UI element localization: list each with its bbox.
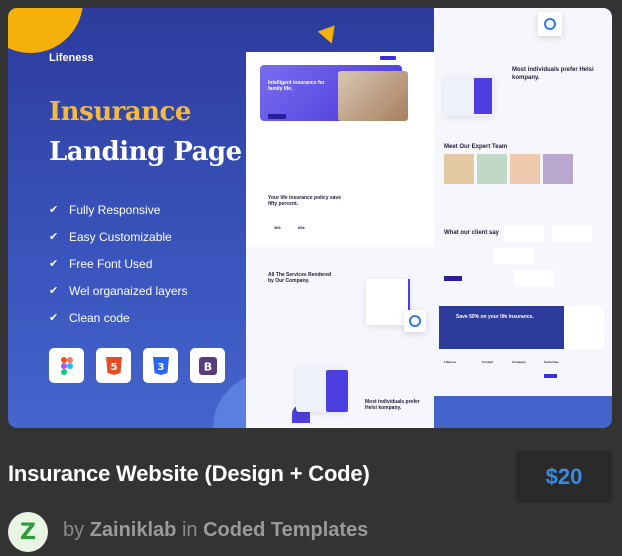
thumbnail-heading: Insurance Landing Page [49, 92, 242, 172]
product-title[interactable]: Insurance Website (Design + Code) [8, 461, 370, 487]
heading-line-2: Landing Page [49, 137, 242, 167]
testimonial-card [552, 226, 592, 242]
feature-item: ✔ Free Font Used [49, 250, 188, 277]
tool-icons: 5 3 B [49, 348, 225, 383]
brand-logo: Lifeness [49, 52, 94, 64]
feature-label: Fully Responsive [69, 202, 161, 217]
product-thumbnail[interactable]: Lifeness Insurance Landing Page ✔ Fully R… [8, 8, 612, 428]
stat-2: 60k [298, 225, 305, 230]
client-title: What our client say [444, 230, 500, 236]
decor-triangle [317, 25, 341, 47]
stat-1: 30k [274, 225, 281, 230]
team-member-photo [444, 154, 474, 184]
svg-text:3: 3 [157, 362, 164, 373]
feature-item: ✔ Easy Customizable [49, 223, 188, 250]
html5-icon: 5 [96, 348, 131, 383]
hero-title: Intelligent insurance for family life. [268, 80, 325, 92]
about-title: Your life insurance policy save fifty pe… [268, 195, 341, 207]
feature-label: Free Font Used [69, 256, 153, 271]
svg-text:5: 5 [110, 362, 117, 373]
feature-list: ✔ Fully Responsive ✔ Easy Customizable ✔ Fr… [49, 196, 188, 331]
progress-card [538, 12, 562, 36]
in-label: in [181, 519, 198, 541]
feature-label: Wel organaized layers [69, 283, 188, 298]
hero-photo [338, 71, 408, 121]
figma-icon [49, 348, 84, 383]
check-icon: ✔ [49, 231, 59, 243]
byline: by Zainiklab in Coded Templates [63, 519, 368, 542]
services-title: All The Services Rendered by Our Company… [268, 272, 332, 284]
client-button [444, 276, 462, 281]
promo-cards [564, 306, 604, 349]
footer-col: Contact [482, 360, 494, 364]
testimonial-card [504, 226, 544, 242]
landing-page-mockup-2: Most individuals prefer Helsi kompany. M… [434, 8, 612, 396]
decor-circle-yellow [8, 8, 83, 53]
feature-item: ✔ Fully Responsive [49, 196, 188, 223]
bootstrap-icon: B [190, 348, 225, 383]
progress-card [404, 310, 426, 332]
team-member-photo [477, 154, 507, 184]
check-icon: ✔ [49, 204, 59, 216]
footer-col: Subscribe [544, 360, 559, 364]
dashboard-panel [474, 78, 492, 114]
svg-text:B: B [203, 360, 211, 373]
feature-item: ✔ Wel organaized layers [49, 277, 188, 304]
promo-banner [439, 306, 569, 349]
why-title: Most individuals prefer Helsi kompany. [365, 399, 420, 411]
heading-line-1: Insurance [49, 97, 191, 127]
testimonial-card [514, 270, 554, 286]
footer-brand: Lifeness [444, 360, 457, 364]
subscribe-button [544, 374, 557, 378]
why-title: Most individuals prefer Helsi kompany. [512, 67, 594, 81]
author-avatar[interactable]: Z [8, 512, 48, 552]
author-link[interactable]: Zainiklab [90, 519, 177, 541]
css3-icon: 3 [143, 348, 178, 383]
footer-col: Company [512, 360, 526, 364]
testimonial-card [494, 248, 534, 264]
promo-title: Save 50% on your life insurance. [456, 314, 534, 320]
price-badge[interactable]: $20 [516, 450, 612, 503]
nav-button [380, 56, 396, 60]
check-icon: ✔ [49, 258, 59, 270]
hero-button [268, 114, 286, 119]
category-link[interactable]: Coded Templates [203, 519, 368, 541]
dashboard-panel [326, 370, 348, 412]
landing-page-mockup: Intelligent insurance for family life. Y… [246, 52, 434, 428]
check-icon: ✔ [49, 285, 59, 297]
team-title: Meet Our Expert Team [444, 144, 508, 150]
team-member-photo [510, 154, 540, 184]
by-label: by [63, 519, 85, 541]
team-member-photo [543, 154, 573, 184]
feature-label: Easy Customizable [69, 229, 172, 244]
feature-item: ✔ Clean code [49, 304, 188, 331]
check-icon: ✔ [49, 312, 59, 324]
feature-label: Clean code [69, 310, 130, 325]
